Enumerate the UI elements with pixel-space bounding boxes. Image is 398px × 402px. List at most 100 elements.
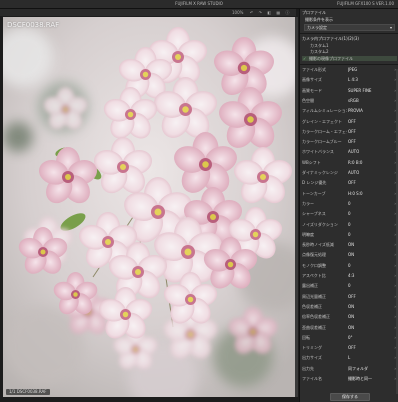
- setting-value: SUPER FINE: [348, 87, 372, 93]
- setting-row[interactable]: カラークロームブルーOFF›: [302, 139, 397, 144]
- setting-label: 出力先: [302, 365, 314, 371]
- profile-dropdown[interactable]: カメラ設定 ▾: [304, 24, 395, 31]
- setting-value: 0: [348, 200, 351, 206]
- setting-value: 撮影時と同一: [348, 376, 372, 381]
- setting-value: OFF: [348, 139, 356, 145]
- setting-value: ON: [348, 324, 355, 330]
- setting-label: シャープネス: [302, 211, 326, 217]
- profile-section-label[interactable]: 撮影条件を表示: [305, 17, 397, 22]
- setting-row[interactable]: ダイナミックレンジAUTO›: [302, 170, 397, 175]
- setting-label: ダイナミックレンジ: [302, 170, 338, 175]
- setting-value: L: [348, 355, 351, 361]
- setting-value: OFF: [348, 128, 356, 134]
- setting-label: フィルムシミュレーション: [302, 108, 347, 114]
- setting-row[interactable]: トーンカーブH:0 S:0›: [302, 191, 397, 196]
- setting-row[interactable]: 画質モードSUPER FINE›: [302, 88, 397, 93]
- setting-row[interactable]: シャープネス0›: [302, 211, 397, 216]
- setting-label: 露出補正: [302, 283, 318, 289]
- save-button[interactable]: 保存する: [330, 393, 370, 401]
- setting-value: 4:3: [348, 273, 355, 278]
- toolbar: 100% ↶ ↷ ◧ ▦ ⓘ: [0, 9, 296, 16]
- image-viewer[interactable]: DSCF0038.RAF 1/1 DSCF0038.RAF: [3, 17, 295, 397]
- setting-value: OFF: [348, 180, 356, 186]
- profile-item-1[interactable]: カスタム1: [310, 43, 397, 48]
- setting-label: D レンジ優先: [302, 180, 327, 186]
- chevron-down-icon: ▾: [389, 25, 392, 30]
- setting-label: トリミング: [302, 345, 322, 351]
- setting-label: 色収差補正: [302, 303, 322, 309]
- setting-row[interactable]: 出力サイズL›: [302, 355, 397, 360]
- setting-value: 0: [348, 283, 351, 289]
- grid-icon[interactable]: ▦: [276, 10, 282, 15]
- setting-row[interactable]: モノクロ調整0›: [302, 263, 397, 268]
- profile-item-2[interactable]: カスタム2: [310, 49, 397, 54]
- setting-row[interactable]: WBシフトR:0 B:0›: [302, 160, 397, 165]
- setting-row[interactable]: 色空間sRGB›: [302, 98, 397, 103]
- setting-row[interactable]: グレイン・エフェクトOFF›: [302, 119, 397, 124]
- check-icon: ✓: [303, 56, 307, 61]
- setting-label: トーンカーブ: [302, 190, 326, 196]
- setting-row[interactable]: トリミングOFF›: [302, 345, 397, 350]
- setting-label: 倍率色収差補正: [302, 314, 330, 320]
- setting-label: ファイル形式: [302, 67, 326, 72]
- setting-row[interactable]: フィルムシミュレーションPROVIA›: [302, 108, 397, 113]
- setting-label: 点像復元処理: [302, 252, 326, 258]
- setting-row[interactable]: カラークローム・エフェクトOFF›: [302, 129, 397, 134]
- setting-label: WBシフト: [302, 159, 321, 165]
- zoom-level[interactable]: 100%: [232, 9, 243, 16]
- file-name-overlay: DSCF0038.RAF: [7, 21, 60, 29]
- setting-value: PROVIA: [348, 108, 363, 114]
- setting-row[interactable]: 周辺光量補正OFF›: [302, 294, 397, 299]
- setting-value: ON: [348, 314, 355, 320]
- setting-row[interactable]: 露出補正0›: [302, 283, 397, 288]
- setting-value: OFF: [348, 345, 356, 351]
- camera-profile-header[interactable]: カメラ内プロファイル(1)(2)(3): [302, 36, 397, 41]
- camera-info: FUJIFILM GFX100 S VER.1.00: [337, 1, 394, 6]
- viewer-scrollbar[interactable]: [295, 17, 298, 397]
- setting-row[interactable]: ノイズリダクション0›: [302, 222, 397, 227]
- profile-dropdown-value: カメラ設定: [307, 25, 327, 30]
- divider: [300, 64, 398, 65]
- setting-row[interactable]: 歪曲収差補正ON›: [302, 325, 397, 330]
- setting-value: 0: [348, 211, 351, 217]
- setting-row[interactable]: 倍率色収差補正ON›: [302, 314, 397, 319]
- setting-row[interactable]: 回転0°›: [302, 335, 397, 340]
- setting-label: カラークローム・エフェクト: [302, 128, 347, 134]
- setting-value: L 4:3: [348, 77, 358, 83]
- setting-label: 画像サイズ: [302, 77, 322, 83]
- profile-item-label: カスタム1: [310, 43, 329, 48]
- setting-row[interactable]: 色収差補正ON›: [302, 304, 397, 309]
- setting-row[interactable]: アスペクト比4:3›: [302, 273, 397, 278]
- setting-row[interactable]: ファイル名撮影時と同一›: [302, 376, 397, 381]
- viewer-footer: 1/1 DSCF0038.RAF: [6, 389, 50, 395]
- setting-label: ノイズリダクション: [302, 221, 338, 227]
- setting-row[interactable]: 画像サイズL 4:3›: [302, 77, 397, 82]
- undo-icon[interactable]: ↶: [250, 10, 255, 15]
- setting-label: 画質モード: [302, 87, 322, 93]
- setting-value: 0: [348, 262, 351, 268]
- title-bar: FUJIFILM X RAW STUDIO FUJIFILM GFX100 S …: [0, 0, 398, 9]
- photo-preview: [3, 17, 295, 397]
- toolbar-icons: ↶ ↷ ◧ ▦ ⓘ: [250, 9, 291, 16]
- setting-label: 周辺光量補正: [302, 293, 326, 299]
- setting-row[interactable]: 出力先同フォルダ›: [302, 366, 397, 371]
- setting-row[interactable]: 明瞭度0›: [302, 232, 397, 237]
- profile-item-3[interactable]: ✓ 撮影の現像プロファイル: [302, 56, 397, 61]
- setting-row[interactable]: 点像復元処理ON›: [302, 252, 397, 257]
- setting-row[interactable]: ファイル形式JPEG›: [302, 67, 397, 72]
- info-icon[interactable]: ⓘ: [285, 10, 291, 15]
- setting-label: ホワイトバランス: [302, 149, 334, 155]
- setting-label: 歪曲収差補正: [302, 324, 326, 330]
- setting-row[interactable]: D レンジ優先OFF›: [302, 180, 397, 185]
- setting-value: ON: [348, 242, 355, 248]
- profile-item-label: カスタム2: [310, 49, 329, 54]
- setting-value: 0°: [348, 334, 353, 340]
- setting-row[interactable]: 長秒時ノイズ低減ON›: [302, 242, 397, 247]
- setting-value: OFF: [348, 118, 356, 124]
- setting-label: 回転: [302, 334, 310, 340]
- setting-row[interactable]: カラー0›: [302, 201, 397, 206]
- redo-icon[interactable]: ↷: [259, 10, 264, 15]
- setting-label: モノクロ調整: [302, 262, 326, 268]
- setting-row[interactable]: ホワイトバランスAUTO›: [302, 149, 397, 154]
- compare-icon[interactable]: ◧: [267, 10, 273, 15]
